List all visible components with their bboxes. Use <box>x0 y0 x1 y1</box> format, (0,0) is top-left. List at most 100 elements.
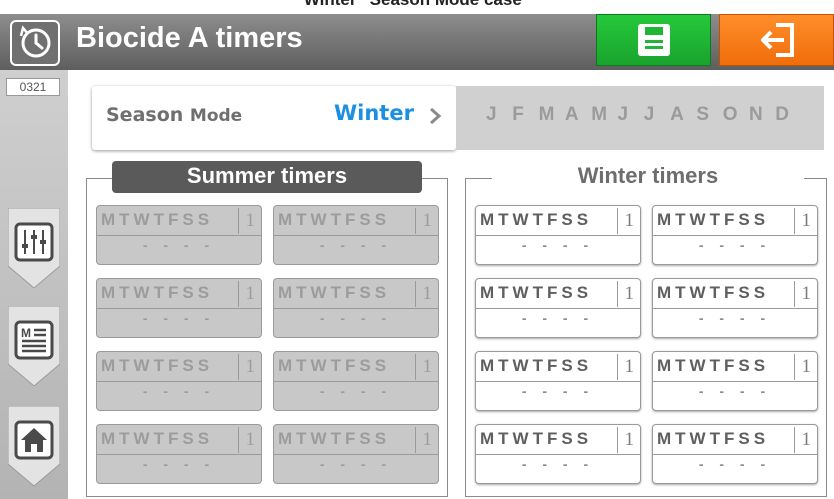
timer-number: 1 <box>422 429 433 450</box>
timer-separator <box>617 281 618 307</box>
timer-time: - - - - <box>319 310 393 326</box>
timer-separator <box>794 427 795 453</box>
month-4[interactable]: A <box>565 104 579 126</box>
season-mode-label: Season Mode <box>106 104 242 126</box>
sidebar-tab-menu[interactable]: M <box>8 306 60 386</box>
clock-icon[interactable] <box>10 20 60 66</box>
sliders-icon <box>14 222 54 262</box>
month-5[interactable]: M <box>591 104 607 126</box>
timer-number: 1 <box>245 210 256 231</box>
summer-timer-3[interactable]: MTWTFSS 1 - - - - <box>96 278 262 338</box>
save-icon <box>638 24 670 56</box>
summer-timer-1[interactable]: MTWTFSS 1 - - - - <box>96 205 262 265</box>
season-mode-selector[interactable]: Season Mode Winter <box>92 86 456 150</box>
timer-number: 1 <box>624 210 635 231</box>
summer-timer-4[interactable]: MTWTFSS 1 - - - - <box>273 278 439 338</box>
svg-text:M: M <box>21 326 31 340</box>
timer-divider <box>476 381 640 382</box>
timer-time: - - - - <box>698 237 772 253</box>
timer-separator <box>617 354 618 380</box>
timer-divider <box>97 381 261 382</box>
save-button[interactable] <box>596 14 711 66</box>
page-caption: Winter “Season Mode case” <box>0 0 834 10</box>
month-3[interactable]: M <box>539 104 555 126</box>
winter-timer-2[interactable]: MTWTFSS 1 - - - - <box>652 205 818 265</box>
home-icon <box>14 420 54 460</box>
timer-time: - - - - <box>319 383 393 399</box>
timer-days: MTWTFSS <box>480 283 593 302</box>
timer-separator <box>617 208 618 234</box>
winter-timer-3[interactable]: MTWTFSS 1 - - - - <box>475 278 641 338</box>
months-strip: JFMAMJJASOND <box>456 86 824 150</box>
summer-timer-7[interactable]: MTWTFSS 1 - - - - <box>96 424 262 484</box>
timer-days: MTWTFSS <box>101 429 214 448</box>
season-mode-row: Season Mode Winter JFMAMJJASOND <box>92 86 824 150</box>
timer-separator <box>415 427 416 453</box>
timer-time: - - - - <box>521 383 595 399</box>
month-7[interactable]: J <box>644 104 655 126</box>
chevron-right-icon <box>430 107 442 125</box>
timer-number: 1 <box>422 210 433 231</box>
winter-timer-8[interactable]: MTWTFSS 1 - - - - <box>652 424 818 484</box>
month-8[interactable]: A <box>670 104 684 126</box>
timer-number: 1 <box>801 356 812 377</box>
timer-days: MTWTFSS <box>278 429 391 448</box>
timer-time: - - - - <box>698 456 772 472</box>
winter-timer-7[interactable]: MTWTFSS 1 - - - - <box>475 424 641 484</box>
timer-days: MTWTFSS <box>480 356 593 375</box>
month-9[interactable]: S <box>696 104 709 126</box>
timer-time: - - - - <box>521 456 595 472</box>
timer-separator <box>238 427 239 453</box>
summer-timer-2[interactable]: MTWTFSS 1 - - - - <box>273 205 439 265</box>
summer-timer-5[interactable]: MTWTFSS 1 - - - - <box>96 351 262 411</box>
season-mode-label-sub: Mode <box>189 106 243 126</box>
exit-button[interactable] <box>719 14 834 66</box>
winter-timer-6[interactable]: MTWTFSS 1 - - - - <box>652 351 818 411</box>
timer-time: - - - - <box>319 237 393 253</box>
month-6[interactable]: J <box>618 104 629 126</box>
timer-time: - - - - <box>319 456 393 472</box>
season-mode-value: Winter <box>334 101 414 125</box>
timer-divider <box>653 454 817 455</box>
winter-timers-title: Winter timers <box>492 161 804 193</box>
timer-time: - - - - <box>142 456 216 472</box>
timer-number: 1 <box>245 429 256 450</box>
timer-divider <box>653 235 817 236</box>
winter-timer-5[interactable]: MTWTFSS 1 - - - - <box>475 351 641 411</box>
timer-number: 1 <box>801 210 812 231</box>
timer-separator <box>238 281 239 307</box>
timer-days: MTWTFSS <box>278 283 391 302</box>
month-11[interactable]: N <box>749 104 763 126</box>
month-2[interactable]: F <box>512 104 524 126</box>
timer-number: 1 <box>245 283 256 304</box>
timer-number: 1 <box>801 429 812 450</box>
timer-separator <box>617 427 618 453</box>
timer-number: 1 <box>624 429 635 450</box>
summer-timer-6[interactable]: MTWTFSS 1 - - - - <box>273 351 439 411</box>
timer-divider <box>653 308 817 309</box>
month-12[interactable]: D <box>775 104 789 126</box>
timer-divider <box>97 454 261 455</box>
timer-separator <box>794 354 795 380</box>
sidebar-tab-home[interactable] <box>8 406 60 486</box>
code-badge: 0321 <box>6 78 60 96</box>
timer-separator <box>794 281 795 307</box>
timer-divider <box>476 235 640 236</box>
timer-days: MTWTFSS <box>657 429 770 448</box>
winter-timer-4[interactable]: MTWTFSS 1 - - - - <box>652 278 818 338</box>
month-1[interactable]: J <box>486 104 497 126</box>
sidebar-tab-settings[interactable] <box>8 208 60 288</box>
month-10[interactable]: O <box>723 104 738 126</box>
timer-separator <box>238 354 239 380</box>
timer-divider <box>476 454 640 455</box>
timer-days: MTWTFSS <box>278 210 391 229</box>
winter-timer-1[interactable]: MTWTFSS 1 - - - - <box>475 205 641 265</box>
menu-list-icon: M <box>14 320 54 360</box>
timer-divider <box>274 381 438 382</box>
timer-divider <box>97 308 261 309</box>
timer-days: MTWTFSS <box>657 210 770 229</box>
timer-number: 1 <box>422 356 433 377</box>
timer-days: MTWTFSS <box>101 283 214 302</box>
timer-time: - - - - <box>142 383 216 399</box>
summer-timer-8[interactable]: MTWTFSS 1 - - - - <box>273 424 439 484</box>
